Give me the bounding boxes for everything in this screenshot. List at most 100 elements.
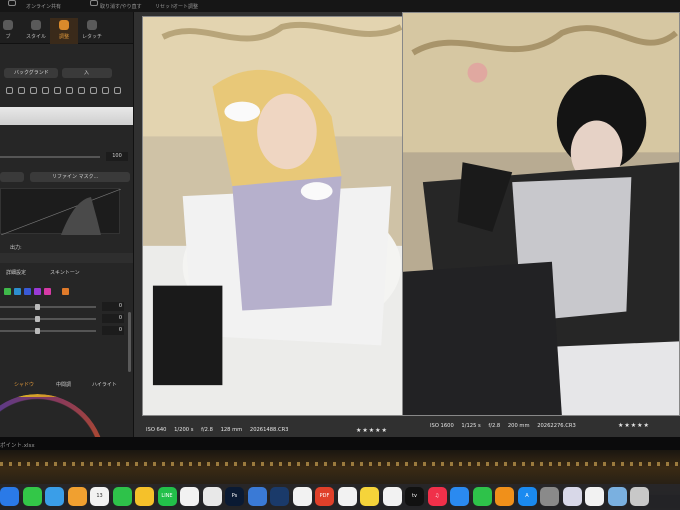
undo-redo-label[interactable]: 取り消す/やり直す (100, 3, 142, 10)
opacity-value[interactable]: 100 (106, 152, 128, 161)
capture-one-icon[interactable] (202, 487, 222, 506)
iso-value: ISO 1600 (430, 423, 454, 429)
launchpad-icon[interactable] (562, 487, 582, 506)
notes-icon[interactable] (135, 487, 154, 506)
layer-select[interactable]: 入 (62, 68, 112, 78)
retouch-icon (87, 20, 97, 30)
numbers-icon[interactable] (472, 487, 492, 506)
swatch-green[interactable] (4, 288, 11, 295)
auto-adjust-label[interactable]: オート調整 (173, 3, 198, 10)
freeform-icon[interactable] (382, 487, 402, 506)
style-icon (31, 20, 41, 30)
photo-2[interactable] (402, 12, 680, 416)
top-toolbar: オンライン共有 取り消す/やり直す リセット オート調整 (0, 0, 680, 12)
file-name: 20261488.CR3 (249, 427, 289, 433)
pdf-icon[interactable]: PDF (315, 487, 334, 506)
background-layer-button[interactable]: バックグランド (4, 68, 58, 78)
slider-knob[interactable] (34, 316, 40, 322)
hue-slider[interactable]: 0 (0, 302, 133, 312)
layer-row: バックグランド 入 (0, 68, 133, 80)
photoshop-icon[interactable]: Ps (225, 487, 244, 506)
tab-adjust[interactable]: 調整 (50, 18, 78, 44)
folder-icon[interactable] (585, 487, 604, 506)
music-icon[interactable]: ♫ (427, 487, 447, 506)
ai-mask-icon[interactable] (102, 87, 109, 94)
tab-highlights[interactable]: ハイライト (92, 381, 117, 388)
library-icon (3, 20, 13, 30)
swatch-orange[interactable] (62, 288, 69, 295)
photo-1[interactable] (142, 16, 410, 416)
swatch-purple[interactable] (34, 288, 41, 295)
contacts-icon[interactable] (337, 487, 357, 506)
photo-1-image (143, 17, 409, 415)
swatch-blue[interactable] (24, 288, 31, 295)
color-editor-header (0, 253, 133, 263)
brush-icon[interactable] (6, 87, 13, 94)
output-label: 出力: (10, 245, 22, 251)
online-share-label[interactable]: オンライン共有 (26, 3, 61, 10)
pages-icon[interactable] (495, 487, 514, 506)
photo-1-rating[interactable]: ★★★★★ (356, 427, 388, 434)
calendar-icon[interactable]: 13 (90, 487, 109, 506)
saturation-slider[interactable]: 0 (0, 314, 133, 324)
tab-shadows[interactable]: シャドウ (14, 381, 34, 388)
slider-knob[interactable] (34, 328, 40, 334)
tab-midtones[interactable]: 中間調 (56, 381, 71, 388)
trash-icon[interactable] (630, 487, 649, 506)
panel-scrollbar[interactable] (128, 312, 131, 372)
slider-knob[interactable] (34, 304, 40, 310)
stickies-icon[interactable] (360, 487, 379, 506)
curve-graph[interactable] (0, 188, 122, 236)
shutter-value: 1/200 s (174, 427, 194, 433)
tab-library[interactable]: ブ (0, 18, 22, 44)
excel-file-label[interactable]: ポイント.xlsx (0, 441, 35, 449)
city-lights (0, 462, 680, 466)
reset-label[interactable]: リセット (155, 3, 175, 10)
refine-icon[interactable] (78, 87, 85, 94)
line-icon[interactable]: LINE (157, 487, 177, 506)
opacity-slider[interactable]: 100 (0, 150, 133, 164)
gradient-icon[interactable] (30, 87, 37, 94)
swatch-magenta[interactable] (44, 288, 51, 295)
invert-icon[interactable] (90, 87, 97, 94)
preview-icon[interactable] (247, 487, 267, 506)
focal-value: 200 mm (507, 423, 530, 429)
shutter-value: 1/125 s (461, 423, 481, 429)
radial-icon[interactable] (42, 87, 49, 94)
mask-menu-button[interactable] (0, 172, 24, 182)
iso-value: ISO 640 (146, 427, 167, 433)
image-icon[interactable] (607, 487, 627, 506)
facetime-icon[interactable] (112, 487, 132, 506)
eraser-icon[interactable] (18, 87, 25, 94)
hand-icon[interactable] (8, 0, 16, 6)
refine-mask-button[interactable]: リファイン マスク... (30, 172, 130, 182)
detail-tab[interactable]: 詳細設定 (6, 269, 26, 276)
lightness-value[interactable]: 0 (102, 326, 124, 335)
apple-tv-icon[interactable]: tv (405, 487, 424, 506)
chrome-icon[interactable] (180, 487, 199, 506)
lightness-slider[interactable]: 0 (0, 326, 133, 336)
hue-value[interactable]: 0 (102, 302, 124, 311)
photos-icon[interactable] (67, 487, 87, 506)
settings-icon[interactable] (540, 487, 559, 506)
finder-icon[interactable] (0, 487, 19, 506)
safari-icon[interactable] (45, 487, 64, 506)
tab-style[interactable]: スタイル (22, 18, 50, 44)
fill-icon[interactable] (66, 87, 73, 94)
skin-tone-tab[interactable]: スキントーン (50, 269, 80, 276)
color-wheel[interactable] (0, 394, 105, 437)
more-icon[interactable] (114, 87, 121, 94)
tab-retouch[interactable]: レタッチ (78, 18, 106, 44)
messages-icon[interactable] (22, 487, 42, 506)
saturation-value[interactable]: 0 (102, 314, 124, 323)
magic-brush-icon[interactable] (54, 87, 61, 94)
capcut-icon[interactable] (292, 487, 312, 506)
image-viewer: ISO 640 1/200 s f/2.8 128 mm 20261488.CR… (134, 12, 680, 437)
zoom-icon[interactable] (270, 487, 289, 506)
photo-2-rating[interactable]: ★★★★★ (618, 422, 650, 429)
keynote-icon[interactable] (450, 487, 469, 506)
mask-buttons: リファイン マスク... (0, 172, 133, 184)
app-store-icon[interactable]: A (517, 487, 537, 506)
swatch-cyan[interactable] (14, 288, 21, 295)
undo-icon[interactable] (90, 0, 98, 6)
